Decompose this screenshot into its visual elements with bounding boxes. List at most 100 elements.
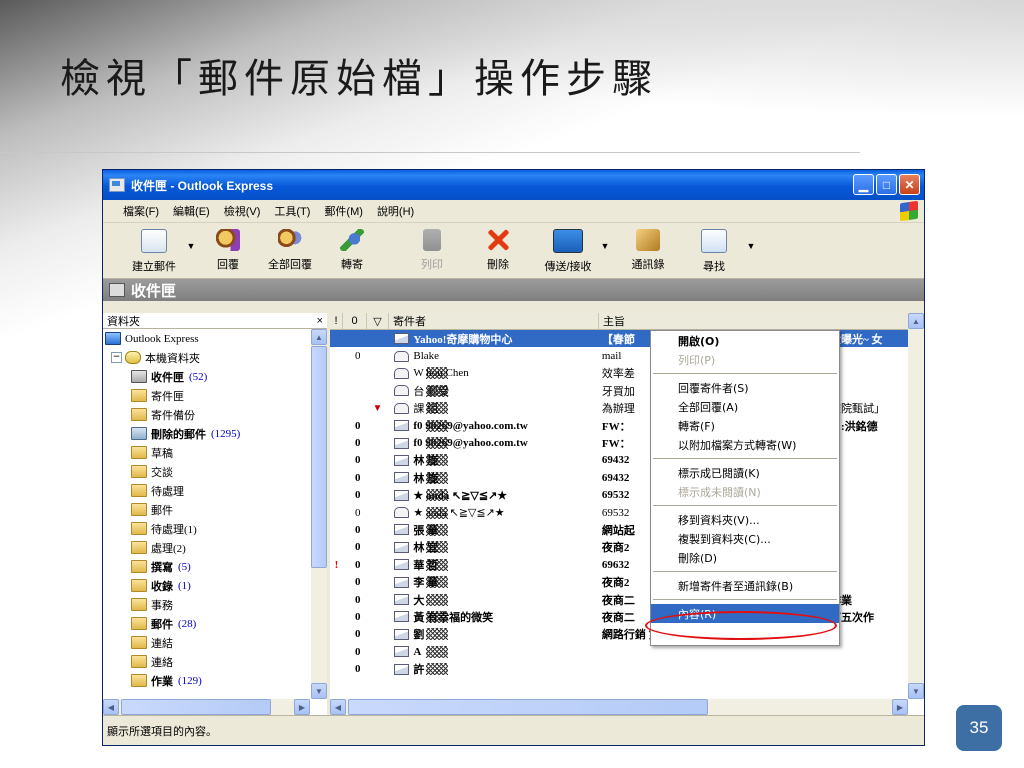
context-menu-item[interactable]: 標示成已閱讀(K) (651, 463, 839, 482)
scroll-up-icon[interactable]: ▲ (908, 313, 924, 329)
folder-item[interactable]: 撰寫 (5) (103, 557, 310, 576)
print-button[interactable]: 列印 (401, 229, 463, 272)
folder-icon (131, 541, 147, 554)
folder-item[interactable]: 刪除的郵件 (1295) (103, 424, 310, 443)
scroll-left-icon[interactable]: ◀ (330, 699, 346, 715)
find-button[interactable]: 尋找 (683, 229, 745, 274)
column-attachment[interactable]: 0 (343, 313, 367, 329)
scroll-up-icon[interactable]: ▲ (311, 329, 327, 345)
column-flag[interactable]: ▽ (367, 313, 389, 329)
folder-item[interactable]: 寄件備份 (103, 405, 310, 424)
column-subject[interactable]: 主旨 (599, 313, 899, 329)
delete-button[interactable]: 刪除 (467, 229, 529, 272)
minimize-button[interactable]: ▁ (853, 174, 874, 195)
folder-item[interactable]: 事務 (103, 595, 310, 614)
toolbar-label: 列印 (421, 259, 443, 271)
context-menu-item[interactable]: 開啟(O) (651, 331, 839, 350)
folder-item[interactable]: Outlook Express (103, 329, 310, 348)
menu-tools[interactable]: 工具(T) (274, 203, 310, 219)
folder-label: 收錄 (151, 580, 173, 593)
context-menu-item[interactable]: 新增寄件者至通訊錄(B) (651, 576, 839, 595)
scroll-down-icon[interactable]: ▼ (908, 683, 924, 699)
unread-count: (129) (178, 674, 202, 687)
menu-message[interactable]: 郵件(M) (324, 203, 363, 219)
message-subject-text: 【春節 (601, 333, 635, 346)
folders-horizontal-scrollbar[interactable]: ◀ ▶ (103, 699, 310, 715)
scroll-right-icon[interactable]: ▶ (294, 699, 310, 715)
new-mail-dropdown-icon[interactable]: ▼ (185, 241, 197, 251)
folders-vertical-scrollbar[interactable]: ▲ ▼ (311, 329, 327, 699)
new-mail-button[interactable]: 建立郵件 (123, 229, 185, 274)
attachment-icon: 0 (354, 506, 361, 519)
message-subject-text: 效率差 (601, 368, 635, 381)
folder-item[interactable]: 連結 (103, 633, 310, 652)
status-text: 顯示所選項目的內容。 (107, 725, 217, 738)
folder-item[interactable]: 處理(2) (103, 538, 310, 557)
message-from: f0 90269@yahoo.com.tw (388, 437, 595, 449)
folder-item[interactable]: 郵件 (103, 500, 310, 519)
menu-view[interactable]: 檢視(V) (224, 203, 261, 219)
message-from-text: A (413, 645, 422, 658)
context-menu-item[interactable]: 轉寄(F) (651, 416, 839, 435)
menu-help[interactable]: 說明(H) (377, 203, 414, 219)
folder-item[interactable]: 收件匣 (52) (103, 367, 310, 386)
find-dropdown-icon[interactable]: ▼ (745, 241, 757, 251)
message-from: 林 宜 (388, 539, 595, 555)
forward-button[interactable]: 轉寄 (321, 229, 383, 272)
collapse-icon[interactable]: − (111, 352, 122, 363)
maximize-button[interactable]: □ (876, 174, 897, 195)
scroll-right-icon[interactable]: ▶ (892, 699, 908, 715)
column-priority[interactable]: ! (330, 313, 343, 329)
context-menu-item[interactable]: 移到資料夾(V)... (651, 510, 839, 529)
message-row[interactable]: 0許 (330, 660, 908, 677)
folder-item[interactable]: 交談 (103, 462, 310, 481)
reply-all-button[interactable]: 全部回覆 (259, 229, 321, 272)
folder-label: 草稿 (151, 447, 173, 460)
toolbar-label: 尋找 (703, 261, 725, 273)
context-menu-item[interactable]: 全部回覆(A) (651, 397, 839, 416)
reply-button[interactable]: 回覆 (197, 229, 259, 272)
envelope-icon (394, 420, 410, 432)
folder-item[interactable]: 郵件 (28) (103, 614, 310, 633)
folder-item[interactable]: − 本機資料夾 (103, 348, 310, 367)
folder-item[interactable]: 作業 (129) (103, 671, 310, 690)
context-menu-item[interactable]: 複製到資料夾(C)... (651, 529, 839, 548)
messages-vertical-scrollbar[interactable]: ▲ ▼ (908, 313, 924, 699)
unread-count: (1) (178, 579, 191, 592)
menu-file[interactable]: 檔案(F) (123, 203, 159, 219)
send-receive-dropdown-icon[interactable]: ▼ (599, 241, 611, 251)
envelope-icon (394, 646, 410, 658)
window-titlebar[interactable]: 收件匣 - Outlook Express ▁ □ ✕ (103, 170, 924, 200)
attachment-icon: 0 (354, 663, 361, 676)
context-menu-item[interactable]: 回覆寄件者(S) (651, 378, 839, 397)
send-receive-button[interactable]: 傳送/接收 (537, 229, 599, 274)
scroll-thumb[interactable] (311, 346, 327, 568)
scroll-left-icon[interactable]: ◀ (103, 699, 119, 715)
close-pane-icon[interactable]: × (317, 315, 323, 327)
address-book-button[interactable]: 通訊錄 (617, 229, 679, 272)
redaction-scribble (426, 610, 448, 623)
menu-edit[interactable]: 編輯(E) (173, 203, 210, 219)
folder-item[interactable]: 草稿 (103, 443, 310, 462)
column-from[interactable]: 寄件者 (389, 313, 599, 329)
folder-item[interactable]: 寄件匣 (103, 386, 310, 405)
message-from: 李 華 (388, 574, 595, 590)
context-menu-item[interactable]: 標示成未閱讀(N) (651, 482, 839, 501)
context-menu-item[interactable]: 刪除(D) (651, 548, 839, 567)
folder-label: 寄件備份 (151, 409, 195, 422)
context-menu-item[interactable]: 以附加檔案方式轉寄(W) (651, 435, 839, 454)
folder-item[interactable]: 收錄 (1) (103, 576, 310, 595)
message-list-header: ! 0 ▽ 寄件者 主旨 (330, 313, 924, 330)
toolbar-label: 建立郵件 (132, 261, 176, 273)
context-menu-item[interactable]: 列印(P) (651, 350, 839, 369)
messages-horizontal-scrollbar[interactable]: ◀ ▶ (330, 699, 908, 715)
folder-item[interactable]: 連絡 (103, 652, 310, 671)
message-from: 林 旋 (388, 452, 595, 468)
scroll-down-icon[interactable]: ▼ (311, 683, 327, 699)
folder-item[interactable]: 待處理 (103, 481, 310, 500)
folder-label: 郵件 (151, 504, 173, 517)
close-button[interactable]: ✕ (899, 174, 920, 195)
folder-item[interactable]: 待處理(1) (103, 519, 310, 538)
scroll-thumb[interactable] (121, 699, 271, 715)
scroll-thumb[interactable] (348, 699, 708, 715)
